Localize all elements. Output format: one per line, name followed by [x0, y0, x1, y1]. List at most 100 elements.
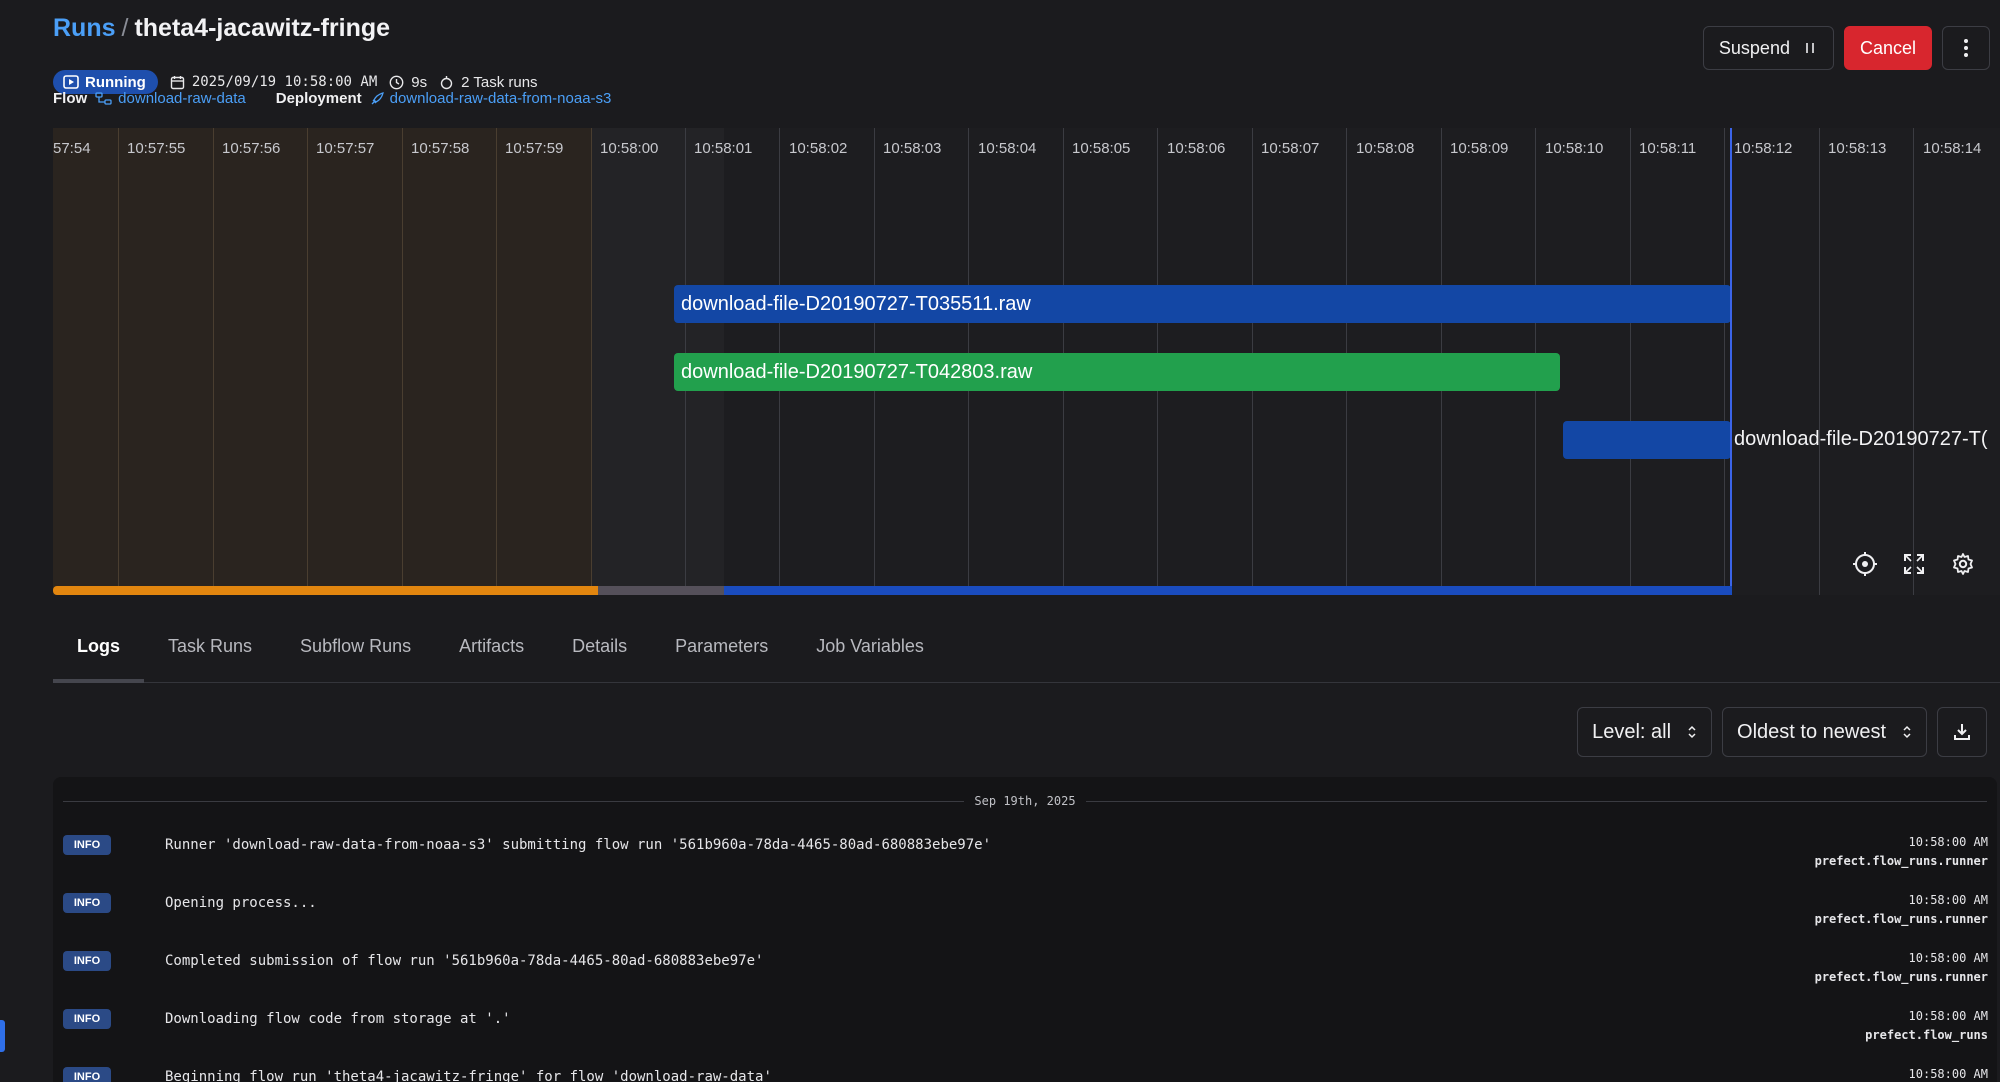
- timeline-settings-button[interactable]: [1946, 547, 1980, 581]
- fullscreen-icon: [1904, 554, 1924, 574]
- task-run-bar-label: download-file-D20190727-T042803.raw: [681, 360, 1033, 383]
- log-entry: INFO Completed submission of flow run '5…: [63, 951, 1988, 1009]
- fullscreen-button[interactable]: [1897, 547, 1931, 581]
- tab-parameters[interactable]: Parameters: [651, 628, 792, 683]
- log-timestamp: 10:58:00 AM: [1908, 835, 1988, 849]
- breadcrumb-separator: /: [121, 14, 129, 42]
- log-level-badge: INFO: [63, 893, 111, 913]
- chevron-updown-icon: [1903, 725, 1911, 739]
- log-timestamp: 10:58:00 AM: [1908, 1009, 1988, 1023]
- log-order-select[interactable]: Oldest to newest: [1722, 707, 1927, 757]
- calendar-icon: [170, 75, 185, 89]
- log-message: Opening process...: [165, 895, 317, 911]
- log-timestamp: 10:58:00 AM: [1908, 893, 1988, 907]
- log-date-divider: Sep 19th, 2025: [63, 791, 1987, 811]
- timeline-tick: 10:58:08: [1356, 140, 1415, 157]
- timeline-tick: 10:57:59: [505, 140, 564, 157]
- start-time-value: 2025/09/19 10:58:00 AM: [191, 74, 378, 90]
- log-order-value: Oldest to newest: [1737, 720, 1886, 743]
- chevron-updown-icon: [1688, 725, 1696, 739]
- timeline-tick: 10:58:03: [883, 140, 942, 157]
- flow-link-text: download-raw-data: [118, 90, 246, 107]
- timeline-tick: 10:57:58: [411, 140, 470, 157]
- log-logger: prefect.flow_runs.runner: [1814, 912, 1988, 926]
- run-actions: Suspend Cancel: [1702, 26, 1990, 70]
- task-run-bar[interactable]: download-file-D20190727-T042803.raw: [674, 353, 1560, 391]
- log-entry: INFO Runner 'download-raw-data-from-noaa…: [63, 835, 1988, 893]
- run-tabs: Logs Task Runs Subflow Runs Artifacts De…: [53, 628, 2000, 683]
- tab-details[interactable]: Details: [548, 628, 651, 683]
- log-message: Beginning flow run 'theta4-jacawitz-frin…: [165, 1069, 772, 1082]
- timeline-tick: 10:58:07: [1261, 140, 1320, 157]
- timeline-tick: 10:58:00: [600, 140, 659, 157]
- sidebar-active-indicator: [0, 1020, 5, 1052]
- download-icon: [1954, 724, 1970, 740]
- deployment-link[interactable]: download-raw-data-from-noaa-s3: [370, 90, 611, 107]
- task-run-count-value: 2 Task runs: [461, 73, 538, 91]
- start-time: 2025/09/19 10:58:00 AM: [170, 74, 377, 90]
- log-message: Downloading flow code from storage at '.…: [165, 1011, 511, 1027]
- timeline-tick: 10:58:12: [1734, 140, 1793, 157]
- clock-icon: [389, 75, 404, 89]
- rocket-icon: [371, 91, 384, 104]
- suspend-label: Suspend: [1718, 37, 1790, 58]
- play-icon: [63, 75, 79, 89]
- suspend-button[interactable]: Suspend: [1702, 26, 1834, 70]
- log-viewer[interactable]: Sep 19th, 2025 INFO Runner 'download-raw…: [53, 777, 1997, 1082]
- flow-icon: [95, 92, 112, 105]
- timeline-pending-region: [53, 128, 592, 595]
- flow-label: Flow: [53, 90, 88, 107]
- timeline-tick: 10:58:01: [694, 140, 753, 157]
- timeline-tick: 10:57:56: [222, 140, 281, 157]
- cancel-button[interactable]: Cancel: [1843, 26, 1932, 70]
- task-run-count[interactable]: 2 Task runs: [439, 73, 538, 91]
- deployment-label: Deployment: [275, 90, 362, 107]
- timeline-tick: 10:58:04: [978, 140, 1037, 157]
- timeline-tick: 10:57:55: [127, 140, 186, 157]
- timeline-tick: 10:58:13: [1828, 140, 1887, 157]
- log-level-select[interactable]: Level: all: [1577, 707, 1713, 757]
- run-relations: Flow download-raw-data Deployment downlo…: [53, 90, 611, 107]
- log-date: Sep 19th, 2025: [974, 794, 1076, 808]
- timeline-tick: 10:58:05: [1072, 140, 1131, 157]
- log-message: Completed submission of flow run '561b96…: [165, 953, 764, 969]
- crosshair-icon: [1853, 552, 1877, 576]
- tab-subflow-runs[interactable]: Subflow Runs: [276, 628, 435, 683]
- recenter-button[interactable]: [1848, 547, 1882, 581]
- download-logs-button[interactable]: [1937, 707, 1987, 757]
- timeline-tick: 10:58:09: [1450, 140, 1509, 157]
- pause-icon: [1806, 43, 1814, 53]
- log-timestamp: 10:58:00 AM: [1908, 1067, 1988, 1081]
- task-run-bar[interactable]: download-file-D20190727-T035511.raw: [674, 285, 1731, 323]
- more-menu-button[interactable]: [1942, 26, 1990, 70]
- flow-run-timeline[interactable]: 57:54 10:57:55 10:57:56 10:57:57 10:57:5…: [53, 128, 2000, 595]
- log-level-value: Level: all: [1592, 720, 1672, 743]
- tab-task-runs[interactable]: Task Runs: [144, 628, 276, 683]
- log-level-badge: INFO: [63, 951, 111, 971]
- tab-artifacts[interactable]: Artifacts: [435, 628, 548, 683]
- log-logger: prefect.flow_runs.runner: [1814, 854, 1988, 868]
- flow-link[interactable]: download-raw-data: [95, 90, 246, 107]
- log-entry: INFO Beginning flow run 'theta4-jacawitz…: [63, 1067, 1988, 1082]
- duration: 9s: [389, 74, 427, 91]
- tab-job-variables[interactable]: Job Variables: [792, 628, 948, 683]
- timeline-tick: 57:54: [53, 140, 91, 157]
- timeline-now-marker: [1730, 128, 1732, 595]
- timeline-tick: 10:58:14: [1923, 140, 1982, 157]
- timeline-tick: 10:58:11: [1639, 140, 1697, 157]
- breadcrumb-runs-link[interactable]: Runs: [53, 14, 116, 42]
- log-level-badge: INFO: [63, 1009, 111, 1029]
- page-title: Runs / theta4-jacawitz-fringe: [53, 14, 390, 43]
- duration-value: 9s: [411, 73, 428, 91]
- timeline-state-progress: [53, 586, 1732, 595]
- task-run-bar-label: download-file-D20190727-T(: [1734, 428, 1988, 450]
- task-run-bar-label: download-file-D20190727-T035511.raw: [681, 292, 1031, 315]
- task-run-bar[interactable]: [1563, 421, 1731, 459]
- log-level-badge: INFO: [63, 835, 111, 855]
- status-label: Running: [85, 73, 146, 91]
- tab-logs[interactable]: Logs: [53, 628, 144, 683]
- log-entry: INFO Downloading flow code from storage …: [63, 1009, 1988, 1067]
- timeline-tick: 10:57:57: [316, 140, 375, 157]
- more-vertical-icon: [1964, 39, 1968, 57]
- timeline-tick: 10:58:06: [1167, 140, 1226, 157]
